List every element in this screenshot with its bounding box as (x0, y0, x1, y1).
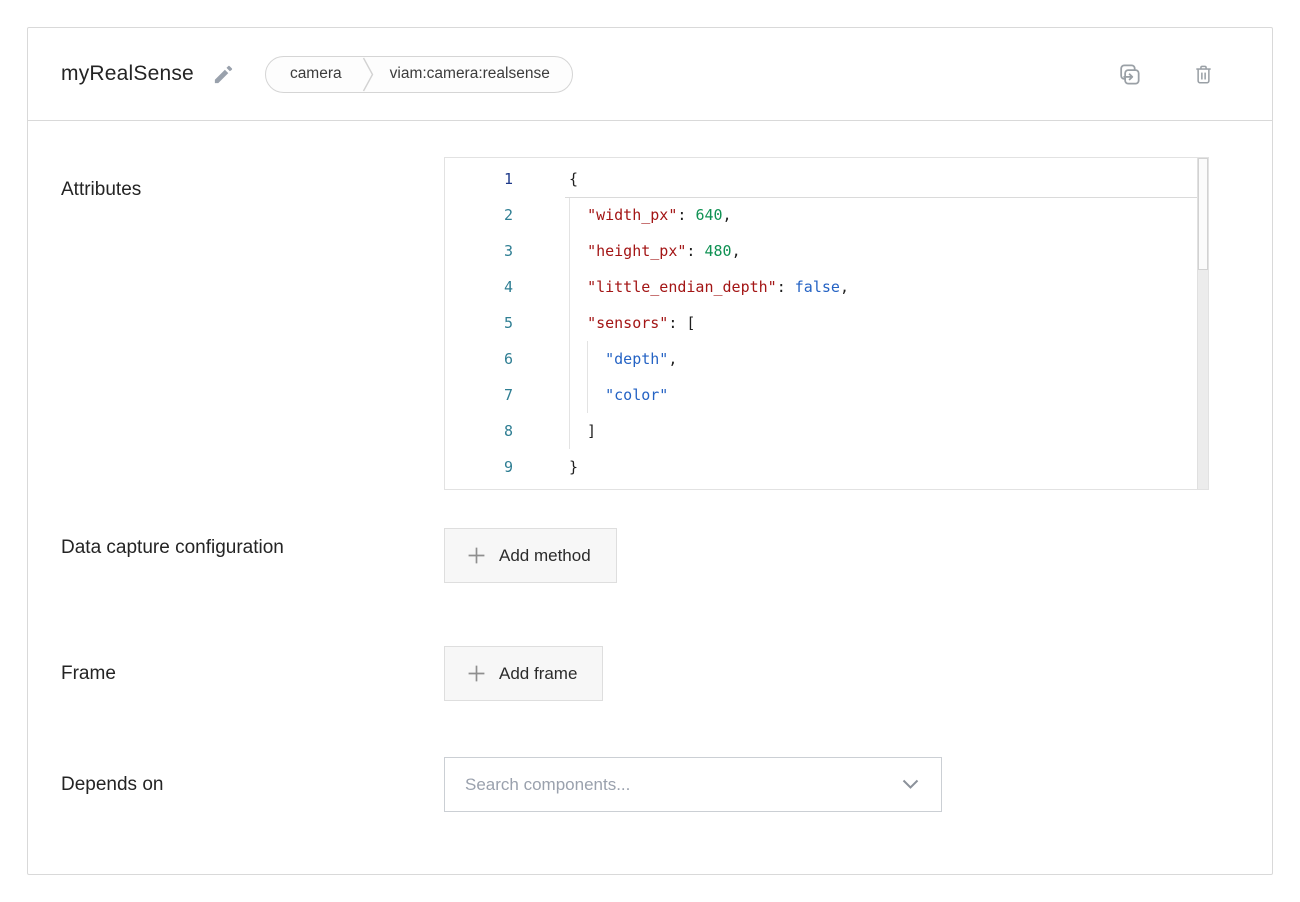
add-frame-label: Add frame (499, 664, 577, 684)
code-line[interactable]: 5 "sensors": [ (445, 305, 1208, 341)
code-line[interactable]: 3 "height_px": 480, (445, 233, 1208, 269)
indent-guide (569, 197, 570, 449)
line-number: 5 (445, 314, 557, 332)
active-line-border (565, 197, 1208, 198)
code-line[interactable]: 7 "color" (445, 377, 1208, 413)
attributes-json-editor[interactable]: 1{2 "width_px": 640,3 "height_px": 480,4… (444, 157, 1209, 490)
delete-button[interactable] (1192, 63, 1215, 86)
code-content: "color" (557, 386, 668, 404)
header-actions (1117, 62, 1215, 87)
component-config-body: Attributes 1{2 "width_px": 640,3 "height… (28, 121, 1272, 850)
component-model: viam:camera:realsense (390, 65, 550, 83)
code-line[interactable]: 6 "depth", (445, 341, 1208, 377)
line-number: 8 (445, 422, 557, 440)
line-number: 7 (445, 386, 557, 404)
line-number: 9 (445, 458, 557, 476)
component-name: myRealSense (61, 62, 194, 86)
line-number: 4 (445, 278, 557, 296)
depends-on-label: Depends on (61, 765, 444, 805)
line-number: 3 (445, 242, 557, 260)
pencil-icon (212, 63, 235, 86)
code-content: ] (557, 422, 596, 440)
component-type: camera (290, 65, 342, 83)
code-content: { (557, 170, 578, 188)
code-content: "sensors": [ (557, 314, 695, 332)
code-content: "little_endian_depth": false, (557, 278, 849, 296)
data-capture-row: Data capture configuration Add method (61, 528, 1209, 583)
editor-scrollbar[interactable] (1197, 158, 1208, 489)
plus-icon (467, 664, 486, 683)
code-content: "height_px": 480, (557, 242, 741, 260)
breadcrumb-chevron-icon (362, 56, 374, 93)
duplicate-button[interactable] (1117, 62, 1142, 87)
add-method-button[interactable]: Add method (444, 528, 617, 583)
indent-guide (587, 341, 588, 413)
plus-icon (467, 546, 486, 565)
attributes-row: Attributes 1{2 "width_px": 640,3 "height… (61, 157, 1209, 490)
attributes-label: Attributes (61, 157, 444, 210)
code-line[interactable]: 8 ] (445, 413, 1208, 449)
add-frame-button[interactable]: Add frame (444, 646, 603, 701)
depends-on-select[interactable] (444, 757, 942, 812)
trash-icon (1192, 63, 1215, 86)
duplicate-icon (1117, 62, 1142, 87)
component-type-chip: camera viam:camera:realsense (265, 56, 573, 93)
code-content: } (557, 458, 578, 476)
code-content: "depth", (557, 350, 677, 368)
code-line[interactable]: 9} (445, 449, 1208, 485)
line-number: 1 (445, 170, 557, 188)
chevron-down-icon (902, 779, 919, 790)
edit-name-button[interactable] (212, 63, 235, 86)
frame-row: Frame Add frame (61, 646, 1209, 701)
data-capture-label: Data capture configuration (61, 528, 444, 568)
component-header: myRealSense camera viam:camera:realsense (28, 28, 1272, 121)
depends-on-row: Depends on (61, 757, 1209, 812)
line-number: 6 (445, 350, 557, 368)
component-config-card: myRealSense camera viam:camera:realsense (27, 27, 1273, 875)
code-line[interactable]: 1{ (445, 161, 1208, 197)
search-components-input[interactable] (465, 775, 902, 795)
code-line[interactable]: 2 "width_px": 640, (445, 197, 1208, 233)
frame-label: Frame (61, 654, 444, 694)
add-method-label: Add method (499, 546, 591, 566)
code-area: 1{2 "width_px": 640,3 "height_px": 480,4… (445, 161, 1208, 485)
line-number: 2 (445, 206, 557, 224)
editor-scrollbar-thumb[interactable] (1198, 158, 1208, 270)
code-content: "width_px": 640, (557, 206, 732, 224)
code-line[interactable]: 4 "little_endian_depth": false, (445, 269, 1208, 305)
